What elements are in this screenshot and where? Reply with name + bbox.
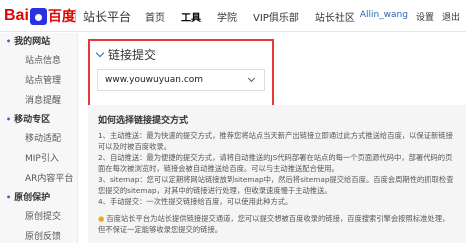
paw-icon <box>29 7 47 25</box>
sidebar-item-messages[interactable]: 消息提醒 <box>0 91 77 111</box>
user-menu: Allin_wang 设置 退出 <box>352 10 460 23</box>
sidebar: • 我的网站 站点信息 站点管理 消息提醒 • 移动专区 移动适配 MIP引入 AR… <box>0 33 78 243</box>
sidebar-item-site-info[interactable]: 站点信息 <box>0 51 77 71</box>
link-submit-title[interactable]: 链接提交 <box>96 46 156 63</box>
help-tip: ● 百度站长平台为站长提供链接提交通道，您可以提交想被百度收录的链接，百度搜索引擎… <box>98 213 456 235</box>
nav-tools[interactable]: 工具 <box>181 9 201 24</box>
logout-link[interactable]: 退出 <box>442 10 460 23</box>
sidebar-item-site-manage[interactable]: 站点管理 <box>0 71 77 91</box>
username-link[interactable]: Allin_wang <box>360 10 408 23</box>
header-divider <box>75 9 76 23</box>
logo-bai-text: Bai <box>4 7 29 24</box>
sidebar-group-mobile[interactable]: • 移动专区 <box>0 111 77 129</box>
nav-community[interactable]: 站长社区 <box>315 9 355 24</box>
sidebar-item-original-submit[interactable]: 原创提交 <box>0 207 77 227</box>
sidebar-group-original[interactable]: • 原创保护 <box>0 189 77 207</box>
sidebar-group-my-sites[interactable]: • 我的网站 <box>0 33 77 51</box>
nav-vip-club[interactable]: VIP俱乐部 <box>253 9 299 24</box>
help-title: 如何选择链接提交方式 <box>98 116 189 126</box>
main-nav: 首页 工具 学院 VIP俱乐部 站长社区 <box>145 9 371 24</box>
help-paragraph: 2、自动推送：最为便捷的提交方式，请将自动推送的JS代码部署在站点的每一个页面源… <box>98 153 453 173</box>
bullet-icon: • <box>6 193 12 202</box>
help-paragraph: 1、主动推送：最为快速的提交方式，推荐您将站点当天新产出链接立即通过此方式推送给… <box>98 131 453 151</box>
sidebar-group-label: 我的网站 <box>14 37 51 47</box>
chevron-down-icon <box>247 74 256 83</box>
sidebar-group-label: 移动专区 <box>14 115 51 125</box>
link-submit-title-text: 链接提交 <box>108 48 157 62</box>
baidu-logo[interactable]: Bai 百度 <box>4 5 76 27</box>
logo-baidu-text: 百度 <box>47 8 76 24</box>
help-tip-text: 百度站长平台为站长提供链接提交通道，您可以提交想被百度收录的链接，百度搜索引擎会… <box>98 214 450 234</box>
sidebar-group-label: 原创保护 <box>14 193 51 203</box>
help-paragraph: 3、sitemap：您可以定期将网站链接放到sitemap中，然后将sitema… <box>98 175 454 195</box>
sidebar-item-original-feedback[interactable]: 原创反馈 <box>0 227 77 247</box>
chevron-down-icon <box>96 51 104 59</box>
site-title: 站长平台 <box>83 10 132 24</box>
help-paragraph: 4、手动提交：一次性提交链接给百度，可以使用此种方式。 <box>98 197 293 206</box>
bullet-icon: • <box>6 115 12 124</box>
lightbulb-icon: ● <box>98 214 105 223</box>
site-select[interactable]: www.youwuyuan.com <box>97 69 265 91</box>
help-panel: 如何选择链接提交方式 1、主动推送：最为快速的提交方式，推荐您将站点当天新产出链… <box>88 105 466 243</box>
nav-home[interactable]: 首页 <box>145 9 165 24</box>
nav-academy[interactable]: 学院 <box>217 9 237 24</box>
site-select-value: www.youwuyuan.com <box>105 75 204 85</box>
sidebar-item-mobile-adapt[interactable]: 移动适配 <box>0 129 77 149</box>
sidebar-item-ar[interactable]: AR内容平台 <box>0 169 77 189</box>
bullet-icon: • <box>6 37 12 46</box>
settings-link[interactable]: 设置 <box>416 10 434 23</box>
top-header: Bai 百度 站长平台 首页 工具 学院 VIP俱乐部 站长社区 Allin_w… <box>0 0 466 32</box>
sidebar-item-mip[interactable]: MIP引入 <box>0 149 77 169</box>
